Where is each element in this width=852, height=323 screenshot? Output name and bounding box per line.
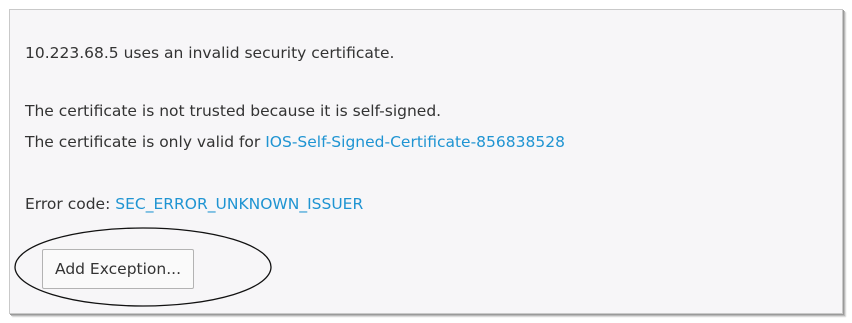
error-code-prefix: Error code: [25, 195, 116, 213]
certificate-reason-text: The certificate is not trusted because i… [25, 102, 442, 120]
error-code-line: Error code: SEC_ERROR_UNKNOWN_ISSUER [25, 194, 363, 214]
certificate-name-link[interactable]: IOS-Self-Signed-Certificate-856838528 [265, 133, 565, 151]
add-exception-button[interactable]: Add Exception... [42, 249, 194, 289]
screenshot-frame: 10.223.68.5 uses an invalid security cer… [0, 0, 852, 323]
certificate-summary-text: 10.223.68.5 uses an invalid security cer… [25, 44, 395, 62]
error-code-link[interactable]: SEC_ERROR_UNKNOWN_ISSUER [115, 195, 363, 213]
valid-for-prefix: The certificate is only valid for [25, 133, 266, 151]
certificate-valid-for-line: The certificate is only valid for IOS-Se… [25, 132, 565, 152]
